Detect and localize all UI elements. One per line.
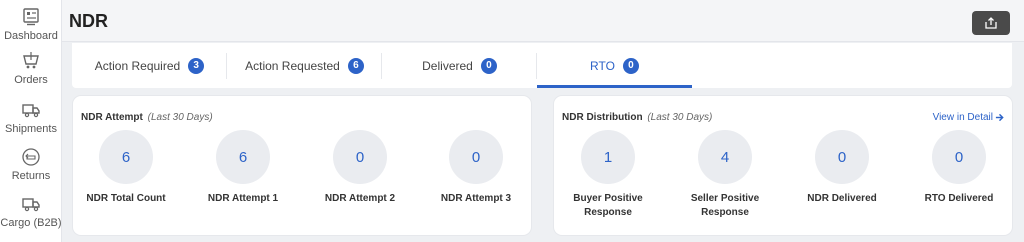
count-badge: 6: [347, 57, 364, 74]
page-title: NDR: [69, 11, 108, 31]
orders-icon: [20, 50, 42, 72]
tab-label: Action Requested: [245, 58, 340, 73]
stat-label: NDR Total Count: [86, 193, 166, 204]
stat-seller-positive-response: 4 Seller Positive Response: [667, 130, 783, 220]
stat-label: Buyer Positive Response: [573, 193, 643, 218]
stat-value: 0: [815, 130, 869, 184]
stat-value: 0: [333, 130, 387, 184]
tab-label: Action Required: [94, 58, 181, 73]
ndr-tabs: Action Required 3 Action Requested 6 Del…: [72, 43, 1012, 88]
stat-buyer-positive-response: 1 Buyer Positive Response: [550, 130, 666, 220]
truck-icon: [20, 99, 42, 121]
tab-label: RTO: [590, 58, 615, 73]
stat-value: 6: [99, 130, 153, 184]
count-badge: 0: [622, 57, 639, 74]
sidebar-item-label: Orders: [14, 74, 48, 86]
ndr-distribution-card: NDR Distribution (Last 30 Days) View in …: [554, 96, 1012, 235]
sidebar-item-label: Shipments: [5, 123, 57, 135]
sidebar-item-label: Dashboard: [4, 30, 58, 42]
stat-value: 4: [698, 130, 752, 184]
stat-value: 0: [449, 130, 503, 184]
view-in-detail-link[interactable]: View in Detail: [933, 112, 1004, 123]
tab-rto[interactable]: RTO 0: [537, 43, 692, 88]
tab-label: Delivered: [422, 58, 473, 73]
card-title-text: NDR Attempt: [81, 112, 143, 123]
stat-value: 0: [932, 130, 986, 184]
export-button[interactable]: [972, 11, 1010, 35]
stat-value: 1: [581, 130, 635, 184]
stat-label: NDR Attempt 3: [440, 193, 512, 204]
stat-label: NDR Attempt 2: [324, 193, 396, 204]
stat-label: NDR Attempt 1: [207, 193, 279, 204]
stat-ndr-attempt-2: 0 NDR Attempt 2: [302, 130, 418, 206]
count-badge: 3: [188, 57, 205, 74]
stat-label: Seller Positive Response: [690, 193, 760, 218]
stat-ndr-attempt-3: 0 NDR Attempt 3: [418, 130, 534, 206]
stat-rto-delivered: 0 RTO Delivered: [901, 130, 1017, 206]
stat-ndr-delivered: 0 NDR Delivered: [784, 130, 900, 206]
cargo-truck-icon: [20, 193, 42, 215]
card-title: NDR Distribution (Last 30 Days): [562, 112, 712, 123]
tab-action-requested[interactable]: Action Requested 6: [227, 43, 382, 88]
sidebar-item-dashboard[interactable]: Dashboard: [0, 6, 61, 42]
sidebar-item-returns[interactable]: Returns: [0, 146, 61, 182]
card-title-text: NDR Distribution: [562, 112, 643, 123]
returns-icon: [20, 146, 42, 168]
sidebar: Dashboard Orders Shipments Returns Cargo…: [0, 0, 62, 242]
view-in-detail-label: View in Detail: [932, 112, 993, 123]
dashboard-icon: [20, 6, 42, 28]
stat-value: 6: [216, 130, 270, 184]
sidebar-item-label: Returns: [11, 170, 51, 182]
stat-label: RTO Delivered: [924, 193, 994, 204]
sidebar-item-label: Cargo (B2B): [0, 217, 62, 229]
count-badge: 0: [480, 57, 497, 74]
export-icon: [984, 16, 998, 30]
tab-delivered[interactable]: Delivered 0: [382, 43, 537, 88]
page-header: NDR: [62, 0, 1024, 42]
sidebar-item-orders[interactable]: Orders: [0, 50, 61, 86]
card-subtitle: (Last 30 Days): [147, 112, 213, 123]
sidebar-item-shipments[interactable]: Shipments: [0, 99, 61, 135]
ndr-attempt-card: NDR Attempt (Last 30 Days) 6 NDR Total C…: [73, 96, 531, 235]
arrow-right-icon: [993, 113, 1004, 122]
card-title: NDR Attempt (Last 30 Days): [81, 112, 213, 123]
sidebar-item-cargo[interactable]: Cargo (B2B): [0, 193, 62, 229]
card-subtitle: (Last 30 Days): [647, 112, 713, 123]
tab-action-required[interactable]: Action Required 3: [72, 43, 227, 88]
stat-ndr-attempt-1: 6 NDR Attempt 1: [185, 130, 301, 206]
stat-label: NDR Delivered: [807, 193, 877, 204]
stat-ndr-total-count: 6 NDR Total Count: [68, 130, 184, 206]
